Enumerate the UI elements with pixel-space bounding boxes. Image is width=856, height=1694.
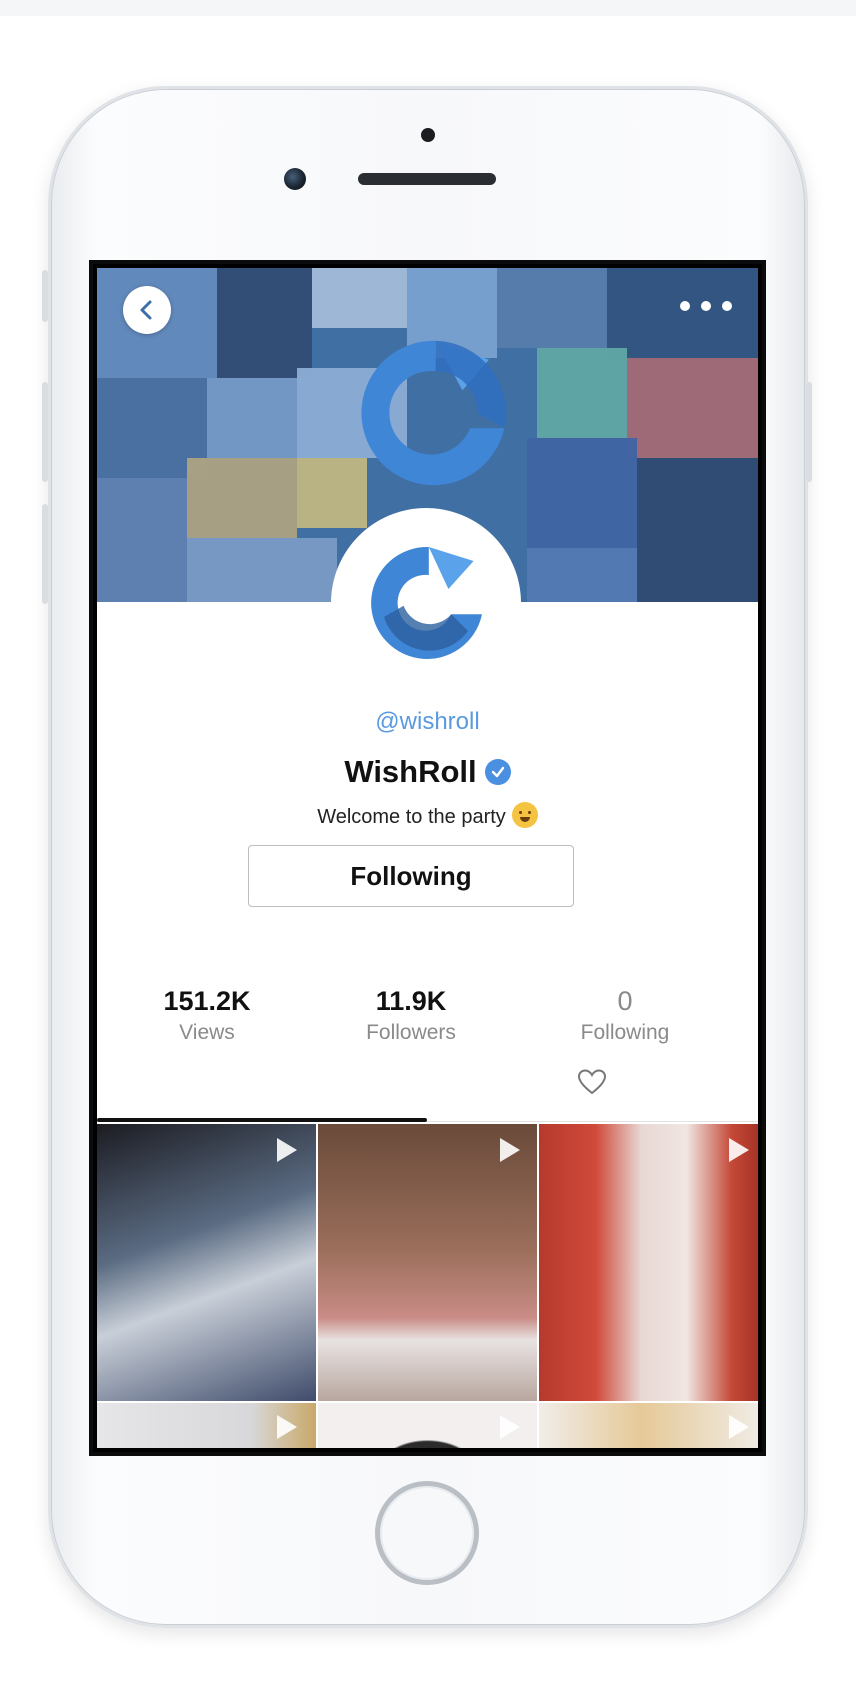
play-icon xyxy=(500,1138,520,1162)
stat-value: 0 xyxy=(617,986,633,1016)
video-thumbnail[interactable] xyxy=(318,1124,537,1401)
back-button[interactable] xyxy=(123,286,171,334)
stat-following[interactable]: 0 Following xyxy=(545,986,705,1045)
following-button[interactable]: Following xyxy=(248,845,574,907)
verified-badge-icon xyxy=(484,759,511,785)
play-icon xyxy=(729,1415,749,1439)
play-icon xyxy=(277,1138,297,1162)
stat-label: Following xyxy=(580,1021,670,1044)
video-thumbnail[interactable] xyxy=(318,1403,537,1448)
profile-name-row: WishRoll xyxy=(97,754,758,790)
top-strip xyxy=(0,0,856,16)
volume-down-button xyxy=(42,504,48,604)
stat-label: Followers xyxy=(366,1021,456,1044)
stat-value: 11.9K xyxy=(375,986,447,1016)
earpiece-speaker xyxy=(358,173,496,185)
wishroll-logo-icon xyxy=(371,546,482,659)
video-thumbnail[interactable] xyxy=(539,1124,758,1401)
stat-followers[interactable]: 11.9K Followers xyxy=(331,986,491,1045)
video-thumbnail[interactable] xyxy=(539,1403,758,1448)
chevron-left-icon xyxy=(140,300,152,320)
play-icon xyxy=(729,1138,749,1162)
stat-views[interactable]: 151.2K Views xyxy=(127,986,287,1045)
phone-screen: @wishroll WishRoll Welcome to the party … xyxy=(89,260,766,1456)
front-camera-icon xyxy=(284,168,306,190)
mute-switch xyxy=(42,270,48,322)
video-thumbnail[interactable] xyxy=(97,1403,316,1448)
more-options-button[interactable] xyxy=(680,292,732,320)
profile-page: @wishroll WishRoll Welcome to the party … xyxy=(97,268,758,1448)
profile-handle: @wishroll xyxy=(375,708,480,735)
power-button xyxy=(806,382,812,482)
video-thumbnail[interactable] xyxy=(97,1124,316,1401)
profile-name: WishRoll xyxy=(344,754,477,789)
home-button[interactable] xyxy=(375,1481,479,1585)
profile-bio-text: Welcome to the party xyxy=(317,806,506,828)
heart-icon[interactable] xyxy=(577,1068,607,1096)
banner-logo-icon xyxy=(361,340,506,486)
profile-bio: Welcome to the party xyxy=(97,802,758,829)
stat-value: 151.2K xyxy=(163,986,251,1016)
volume-up-button xyxy=(42,382,48,482)
profile-avatar xyxy=(331,508,521,698)
more-dots-icon xyxy=(680,301,690,311)
videos-tab-indicator[interactable] xyxy=(97,1118,427,1122)
play-icon xyxy=(500,1415,520,1439)
video-grid xyxy=(97,1124,758,1448)
proximity-sensor xyxy=(421,128,435,142)
partying-face-icon xyxy=(511,802,538,828)
stat-label: Views xyxy=(179,1021,235,1044)
play-icon xyxy=(277,1415,297,1439)
